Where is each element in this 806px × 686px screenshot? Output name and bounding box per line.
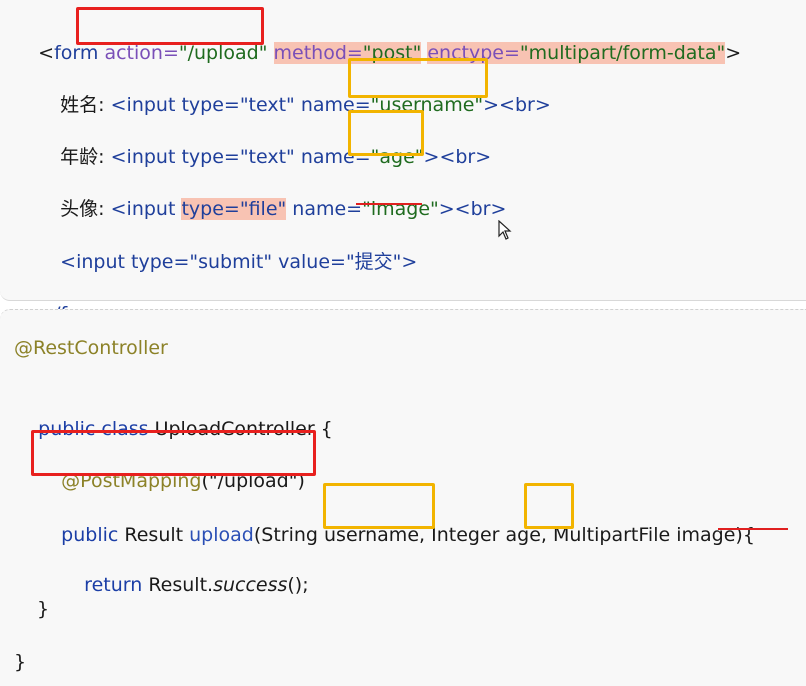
method-close-brace: }	[37, 598, 50, 620]
code-text: name=	[286, 198, 363, 220]
code-method-call: success	[213, 574, 288, 596]
code-label: 头像:	[60, 198, 111, 220]
code-string: "/upload"	[178, 42, 268, 64]
username-param-highlight-box	[323, 483, 435, 529]
code-label: 年龄:	[60, 146, 111, 168]
code-text: Result.	[148, 574, 214, 596]
age-highlight-box	[348, 110, 424, 156]
code-text: ();	[287, 574, 309, 596]
class-declaration-line: public class UploadController {	[14, 387, 333, 440]
code-keyword: return	[84, 574, 149, 596]
code-attr: action=	[104, 42, 179, 64]
code-text: ><br>	[438, 198, 507, 220]
code-text: ><br>	[423, 146, 492, 168]
java-controller-code-panel: @RestController public class UploadContr…	[0, 309, 806, 686]
code-text: ><br>	[483, 94, 551, 116]
code-string: "multipart/form-data"	[519, 42, 726, 64]
code-text: <input type="text" name=	[110, 94, 371, 116]
code-label: 姓名:	[60, 94, 111, 116]
submit-input-line: <input type="submit" value="提交">	[36, 220, 417, 273]
code-text: >	[725, 42, 742, 64]
code-highlight-type-file: type="file"	[181, 198, 287, 220]
class-close-brace: }	[14, 651, 27, 673]
form-close-tag-line: </form>	[14, 272, 121, 325]
code-text: <	[38, 42, 55, 64]
code-string: "image"	[362, 198, 439, 220]
code-text: <input type="text" name=	[110, 146, 371, 168]
html-form-code-panel: <form action="/upload" method="post" enc…	[0, 0, 806, 325]
image-underline	[356, 203, 422, 205]
image-param-underline	[718, 528, 788, 530]
image-input-line: 头像: <input type="file" name="image"><br>	[36, 167, 506, 220]
code-text: <input	[110, 198, 182, 220]
action-highlight-box	[76, 7, 264, 45]
code-text: <input type="submit" value="提交">	[60, 251, 418, 273]
rest-controller-annotation: @RestController	[14, 337, 168, 359]
return-statement-line: return Result.success();	[60, 543, 308, 596]
code-tag-name: form	[54, 42, 99, 64]
age-param-highlight-box	[524, 483, 574, 529]
username-highlight-box	[348, 58, 488, 98]
mouse-pointer-icon	[498, 219, 512, 245]
post-mapping-highlight-box	[31, 430, 316, 476]
